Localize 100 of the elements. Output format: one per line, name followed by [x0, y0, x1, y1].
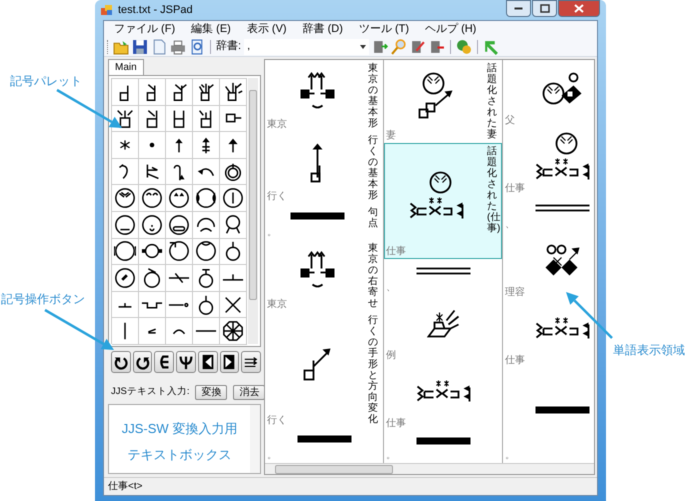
sign-drawing — [416, 379, 470, 403]
sign-symbol-icon[interactable] — [114, 214, 136, 236]
word-entry[interactable]: 仕事 — [384, 363, 502, 431]
word-label: 行く — [266, 191, 287, 203]
word-label: 仕事 — [504, 355, 525, 367]
word-entry[interactable]: 妻 話題化された妻 — [384, 60, 502, 143]
sign-symbol-icon[interactable] — [168, 187, 190, 210]
printer-icon[interactable] — [170, 38, 186, 54]
jjs-button[interactable]: 消去 — [233, 385, 266, 400]
word-entry[interactable]: 。 句点 — [265, 204, 383, 240]
word-label: 東京 — [266, 119, 287, 131]
word-label: 。 — [504, 450, 515, 462]
word-entry[interactable]: 仕事 話題化された(仕事) — [384, 143, 502, 259]
gloss-text: 行くの手形と方向変化 — [368, 314, 378, 424]
floppy-icon[interactable] — [132, 38, 148, 54]
book-arrow-icon[interactable] — [372, 38, 388, 54]
period-bar — [534, 404, 590, 414]
word-entry[interactable]: 仕事 — [503, 128, 594, 196]
period-bar — [414, 436, 472, 446]
trident-button[interactable] — [176, 351, 196, 373]
comma-lines — [414, 267, 472, 275]
menu-item[interactable]: ツール (T) — [358, 20, 410, 38]
sign-symbol-icon[interactable] — [222, 320, 244, 342]
gloss-text: 行くの基本形 — [368, 135, 378, 201]
fork-arrow-button[interactable] — [154, 351, 174, 373]
search-icon[interactable] — [391, 38, 408, 54]
sign-symbol-icon[interactable] — [114, 240, 136, 262]
word-label: 、 — [504, 219, 515, 231]
period-bar — [296, 434, 352, 444]
folder-icon[interactable] — [113, 38, 129, 54]
word-entry[interactable]: 。 — [384, 431, 502, 463]
sign-symbol-icon[interactable] — [195, 187, 217, 210]
jjs-button[interactable]: 変換 — [195, 385, 228, 400]
right-triangle-button[interactable] — [220, 351, 240, 373]
sign-drawing — [544, 244, 580, 276]
trident-icon — [178, 354, 194, 370]
word-entry[interactable]: 、 — [384, 259, 502, 295]
callout-text: JJS-SW 変換入力用 — [122, 420, 238, 438]
jjs-text-box[interactable]: JJS-SW 変換入力用 テキストボックス — [108, 404, 261, 474]
sign-symbol-icon[interactable] — [114, 107, 136, 130]
sign-symbol-icon[interactable] — [141, 187, 163, 210]
gloss-text: 話題化された妻 — [487, 63, 497, 140]
callout-label: 記号操作ボタン — [1, 291, 85, 308]
sign-symbol-icon[interactable] — [114, 266, 136, 289]
close-button[interactable] — [558, 0, 600, 17]
menu-item[interactable]: 編集 (E) — [191, 20, 231, 38]
sign-symbol-icon[interactable] — [222, 187, 244, 210]
palette-tab[interactable]: Main — [108, 59, 144, 75]
word-label: 東京 — [266, 298, 287, 310]
word-label: 仕事 — [504, 183, 525, 195]
menu-item[interactable]: 辞書 (D) — [302, 20, 343, 38]
callout-arrow — [44, 308, 114, 350]
word-entry[interactable]: 例 — [384, 295, 502, 363]
menu-item[interactable]: ヘルプ (H) — [425, 20, 476, 38]
dictionary-dropdown[interactable]: , — [244, 38, 370, 54]
status-text: 仕事<t> — [108, 480, 142, 494]
word-entry[interactable]: 行く 行くの手形と方向変化 — [265, 312, 383, 428]
clockwise-arrow-button[interactable] — [132, 351, 152, 373]
word-entry[interactable]: 父 — [503, 60, 594, 128]
callout-arrow — [56, 88, 122, 128]
word-entry[interactable]: 。 — [265, 428, 383, 463]
sign-symbol-icon[interactable] — [168, 214, 190, 236]
word-entry[interactable]: 理容 — [503, 232, 594, 300]
word-label: 仕事 — [385, 246, 406, 258]
app-icon — [101, 4, 113, 16]
sign-symbol-icon[interactable] — [141, 266, 163, 289]
sign-symbol-icon[interactable] — [114, 187, 136, 210]
word-entry[interactable]: 行く 行くの基本形 — [265, 132, 383, 204]
maximize-button[interactable] — [532, 0, 557, 17]
gloss-text: 句点 — [368, 207, 378, 229]
scrollbar[interactable] — [250, 405, 260, 473]
sign-drawing — [298, 251, 336, 288]
sign-symbol-icon[interactable] — [168, 240, 190, 262]
word-entry[interactable]: 仕事 — [503, 300, 594, 368]
book-minus-icon[interactable] — [429, 38, 446, 54]
left-triangle-button[interactable] — [198, 351, 218, 373]
minimize-button[interactable] — [506, 0, 531, 17]
word-entry[interactable]: 。 — [503, 368, 594, 463]
counterclockwise-arrow-button[interactable] — [111, 351, 131, 373]
sign-symbol-icon[interactable] — [141, 214, 163, 236]
stacked-arrows-button[interactable] — [241, 351, 262, 373]
document-magnifier-icon[interactable] — [189, 38, 205, 54]
word-entry[interactable]: 東京 東京の右寄せ — [265, 240, 383, 312]
word-label: 仕事 — [385, 418, 406, 430]
scrollbar[interactable] — [248, 78, 258, 344]
word-entry[interactable]: 東京 東京の基本形 — [265, 60, 383, 132]
scrollbar[interactable] — [265, 463, 594, 474]
arrow-icon[interactable] — [483, 38, 500, 54]
stacked-arrows-icon — [243, 354, 260, 370]
menu-item[interactable]: ファイル (F) — [114, 20, 176, 38]
word-label: 行く — [266, 414, 287, 426]
window-title: test.txt - JSPad — [118, 2, 193, 18]
word-label: 妻 — [385, 130, 396, 142]
callout-arrow — [566, 292, 613, 339]
sign-symbol-icon[interactable] — [195, 240, 217, 262]
menu-item[interactable]: 表示 (V) — [246, 20, 287, 38]
book-pencil-icon[interactable] — [410, 38, 426, 54]
sign-drawing — [534, 316, 590, 340]
word-entry[interactable]: 、 — [503, 196, 594, 232]
gloss-text: 東京の右寄せ — [368, 242, 378, 308]
